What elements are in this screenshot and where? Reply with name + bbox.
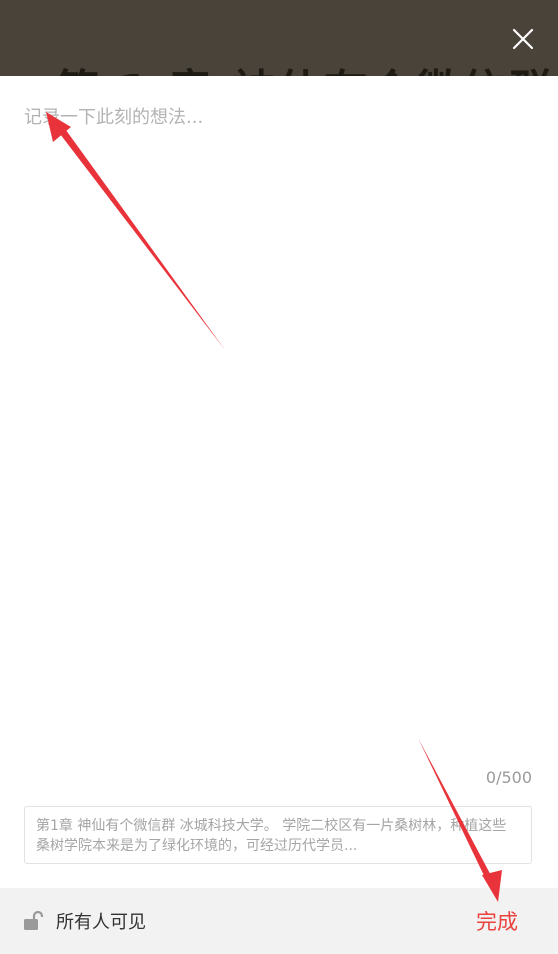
reader-backdrop: 第 1 章 神仙有个微信群 — [0, 0, 558, 78]
close-button[interactable] — [506, 22, 540, 56]
visibility-toggle[interactable]: 所有人可见 — [22, 888, 146, 954]
quoted-excerpt: 第1章 神仙有个微信群 冰城科技大学。 学院二校区有一片桑树林，种植这些桑树学院… — [24, 806, 532, 864]
char-counter: 0/500 — [485, 768, 532, 787]
chapter-title: 第 1 章 神仙有个微信群 — [55, 55, 554, 78]
quoted-excerpt-text: 第1章 神仙有个微信群 冰城科技大学。 学院二校区有一片桑树林，种植这些桑树学院… — [36, 818, 507, 854]
note-sheet: 0/500 第1章 神仙有个微信群 冰城科技大学。 学院二校区有一片桑树林，种植… — [0, 76, 558, 954]
done-button[interactable]: 完成 — [476, 888, 518, 954]
note-input[interactable] — [24, 104, 534, 764]
visibility-label: 所有人可见 — [56, 912, 146, 933]
unlock-icon — [24, 910, 44, 930]
bottom-bar: 所有人可见 完成 — [0, 888, 558, 954]
close-icon — [512, 28, 534, 50]
